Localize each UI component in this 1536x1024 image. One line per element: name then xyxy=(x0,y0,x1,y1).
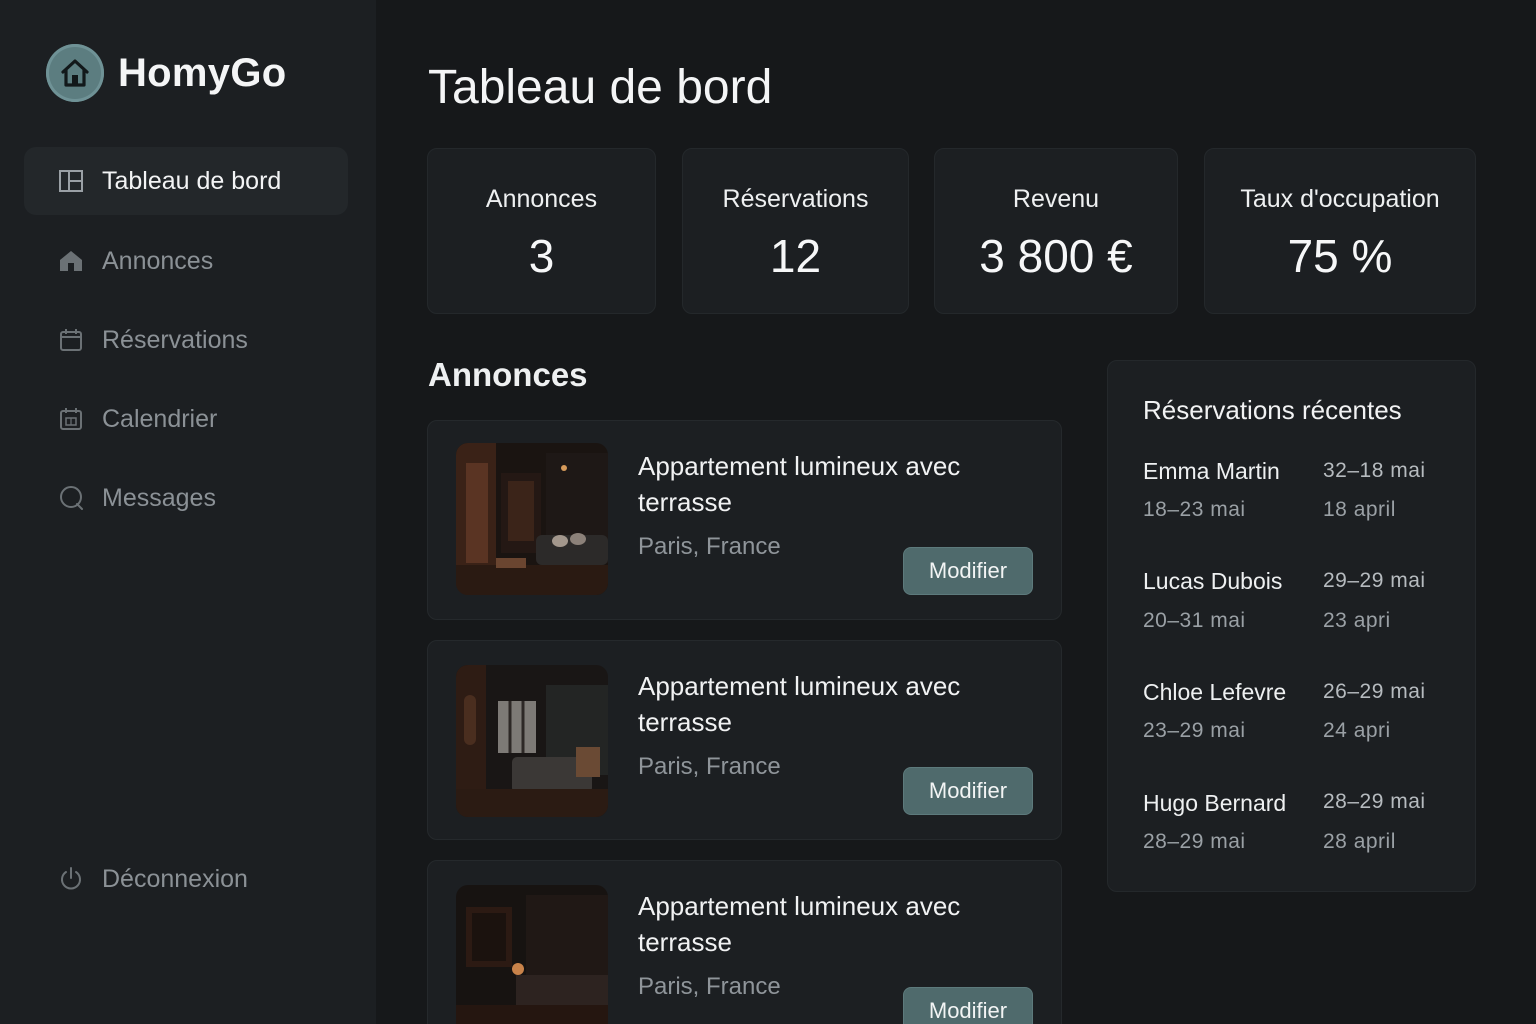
stat-label: Taux d'occupation xyxy=(1240,185,1440,213)
modify-button[interactable]: Modifier xyxy=(903,547,1033,595)
listing-card[interactable]: Appartement lumineux avec terrasse Paris… xyxy=(427,860,1062,1024)
dashboard-icon xyxy=(58,168,84,194)
reservation-range: 28–29 mai xyxy=(1323,790,1426,813)
page-title: Tableau de bord xyxy=(428,61,773,114)
stat-value: 3 xyxy=(528,230,555,282)
logout-label: Déconnexion xyxy=(102,864,248,893)
stay-dates: 28–29 mai xyxy=(1143,830,1246,853)
stat-card-listings: Annonces 3 xyxy=(427,148,656,314)
calendar-grid-icon xyxy=(58,406,84,432)
guest-name: Emma Martin xyxy=(1143,458,1280,484)
sidebar-item-reservations[interactable]: Réservations xyxy=(24,306,348,374)
sidebar-item-calendar[interactable]: Calendrier xyxy=(24,385,348,453)
recent-reservations-title: Réservations récentes xyxy=(1143,395,1402,425)
sidebar-item-label: Annonces xyxy=(102,246,214,275)
brand[interactable]: HomyGo xyxy=(46,44,286,102)
listing-title[interactable]: Appartement lumineux avec terrasse xyxy=(638,668,1018,740)
calendar-icon xyxy=(58,327,84,353)
reservation-range: 32–18 mai xyxy=(1323,459,1426,482)
chat-icon xyxy=(58,485,84,511)
stat-card-reservations: Réservations 12 xyxy=(682,148,909,314)
sidebar-item-label: Messages xyxy=(102,483,216,512)
house-icon xyxy=(46,44,104,102)
stat-label: Revenu xyxy=(1012,185,1100,213)
reservation-date: 23 apri xyxy=(1323,609,1391,632)
reservation-date: 18 april xyxy=(1323,498,1396,521)
stat-card-occupancy: Taux d'occupation 75 % xyxy=(1204,148,1476,314)
modify-button[interactable]: Modifier xyxy=(903,987,1033,1024)
listing-photo[interactable] xyxy=(456,885,608,1024)
house-icon xyxy=(58,248,84,274)
listing-card[interactable]: Appartement lumineux avec terrasse Paris… xyxy=(427,640,1062,840)
listing-location: Paris, France xyxy=(638,533,781,560)
app-window: HomyGo Tableau de bord Annonces Réservat… xyxy=(0,0,1536,1024)
listing-photo[interactable] xyxy=(456,665,608,817)
guest-name: Lucas Dubois xyxy=(1143,568,1283,594)
power-icon xyxy=(58,866,84,892)
logout-button[interactable]: Déconnexion xyxy=(24,845,348,913)
sidebar-item-listings[interactable]: Annonces xyxy=(24,227,348,295)
brand-name: HomyGo xyxy=(118,50,287,95)
sidebar-item-dashboard[interactable]: Tableau de bord xyxy=(24,147,348,215)
reservation-date: 24 apri xyxy=(1323,719,1391,742)
reservation-range: 29–29 mai xyxy=(1323,569,1426,592)
recent-reservations-panel: Réservations récentes Emma Martin 18–23 … xyxy=(1107,360,1476,892)
stat-label: Annonces xyxy=(485,185,598,213)
stat-label: Réservations xyxy=(722,185,869,213)
guest-name: Chloe Lefevre xyxy=(1143,679,1287,705)
stat-value: 75 % xyxy=(1287,230,1393,282)
sidebar-item-label: Tableau de bord xyxy=(102,166,282,195)
stay-dates: 23–29 mai xyxy=(1143,719,1246,742)
modify-button[interactable]: Modifier xyxy=(903,767,1033,815)
sidebar-item-messages[interactable]: Messages xyxy=(24,464,348,532)
guest-name: Hugo Bernard xyxy=(1143,790,1287,816)
stay-dates: 18–23 mai xyxy=(1143,498,1246,521)
sidebar: HomyGo Tableau de bord Annonces Réservat… xyxy=(0,0,376,1024)
sidebar-item-label: Calendrier xyxy=(102,404,218,433)
listings-section-title: Annonces xyxy=(428,356,588,393)
sidebar-item-label: Réservations xyxy=(102,325,248,354)
stat-card-revenue: Revenu 3 800 € xyxy=(934,148,1178,314)
stat-value: 3 800 € xyxy=(979,230,1133,282)
listing-location: Paris, France xyxy=(638,753,781,780)
stat-value: 12 xyxy=(769,230,822,282)
listing-photo[interactable] xyxy=(456,443,608,595)
stay-dates: 20–31 mai xyxy=(1143,609,1246,632)
listing-title[interactable]: Appartement lumineux avec terrasse xyxy=(638,888,1018,960)
reservation-range: 26–29 mai xyxy=(1323,680,1426,703)
reservation-date: 28 april xyxy=(1323,830,1396,853)
listing-location: Paris, France xyxy=(638,973,781,1000)
listing-title[interactable]: Appartement lumineux avec terrasse xyxy=(638,448,1018,520)
listing-card[interactable]: Appartement lumineux avec terrasse Paris… xyxy=(427,420,1062,620)
